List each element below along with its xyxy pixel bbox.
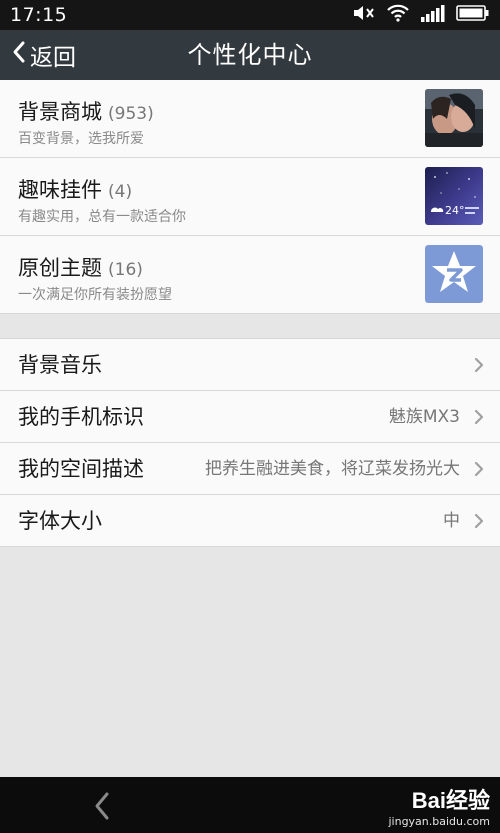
status-bar: 17:15 xyxy=(0,0,500,30)
setting-background-music[interactable]: 背景音乐 xyxy=(0,339,500,391)
setting-label: 背景音乐 xyxy=(18,353,102,377)
settings-list: 背景音乐 我的手机标识 魅族MX3 我的空间描述 把养生融进美食，将辽菜发扬光大… xyxy=(0,338,500,547)
feature-item-themes[interactable]: 原创主题 (16) 一次满足你所有装扮愿望 xyxy=(0,236,500,314)
chevron-right-icon xyxy=(474,461,484,481)
feature-title: 背景商城 (953) xyxy=(18,100,154,124)
feature-desc: 一次满足你所有装扮愿望 xyxy=(18,287,172,303)
navigation-bar: Bai经验 jingyan.baidu.com xyxy=(0,777,500,833)
watermark-site: jingyan.baidu.com xyxy=(388,815,490,828)
feature-list: 背景商城 (953) 百变背景，选我所爱 趣味挂件 (4) 有趣实用，总有一款适合你 xyxy=(0,80,500,314)
setting-value: 中 xyxy=(443,511,460,531)
feature-item-background-store[interactable]: 背景商城 (953) 百变背景，选我所爱 xyxy=(0,80,500,158)
setting-label: 我的空间描述 xyxy=(18,457,144,481)
setting-space-description[interactable]: 我的空间描述 把养生融进美食，将辽菜发扬光大 xyxy=(0,443,500,495)
back-label: 返回 xyxy=(30,45,76,71)
setting-phone-label[interactable]: 我的手机标识 魅族MX3 xyxy=(0,391,500,443)
back-button[interactable]: 返回 xyxy=(12,30,76,80)
nav-back-icon[interactable] xyxy=(92,791,112,825)
feature-title: 趣味挂件 (4) xyxy=(18,178,133,202)
watermark-brand: Bai经验 xyxy=(411,788,490,813)
feature-item-widgets[interactable]: 趣味挂件 (4) 有趣实用，总有一款适合你 24° xyxy=(0,158,500,236)
widget-thumb-icon: 24° xyxy=(425,167,483,225)
battery-icon xyxy=(456,3,490,27)
watermark: Bai经验 jingyan.baidu.com xyxy=(388,783,490,828)
chevron-right-icon xyxy=(474,409,484,429)
setting-label: 我的手机标识 xyxy=(18,405,144,429)
chevron-right-icon xyxy=(474,357,484,377)
feature-count: (16) xyxy=(108,260,143,280)
setting-value: 把养生融进美食，将辽菜发扬光大 xyxy=(205,459,460,479)
feature-title: 原创主题 (16) xyxy=(18,256,143,280)
feature-desc: 有趣实用，总有一款适合你 xyxy=(18,209,186,225)
feature-count: (953) xyxy=(108,104,154,124)
signal-icon xyxy=(420,3,446,27)
setting-value: 魅族MX3 xyxy=(388,407,460,427)
mute-icon xyxy=(352,3,376,27)
feature-desc: 百变背景，选我所爱 xyxy=(18,131,144,147)
feature-count: (4) xyxy=(108,182,133,202)
theme-thumb-icon xyxy=(425,245,483,303)
setting-font-size[interactable]: 字体大小 中 xyxy=(0,495,500,547)
status-icons xyxy=(352,3,490,27)
widget-temperature: 24° xyxy=(445,204,465,217)
chevron-right-icon xyxy=(474,513,484,533)
background-thumb-icon xyxy=(425,89,483,147)
status-time: 17:15 xyxy=(10,4,68,26)
wifi-icon xyxy=(386,3,410,27)
title-bar: 个性化中心 返回 xyxy=(0,30,500,80)
chevron-left-icon xyxy=(12,40,26,70)
setting-label: 字体大小 xyxy=(18,509,102,533)
